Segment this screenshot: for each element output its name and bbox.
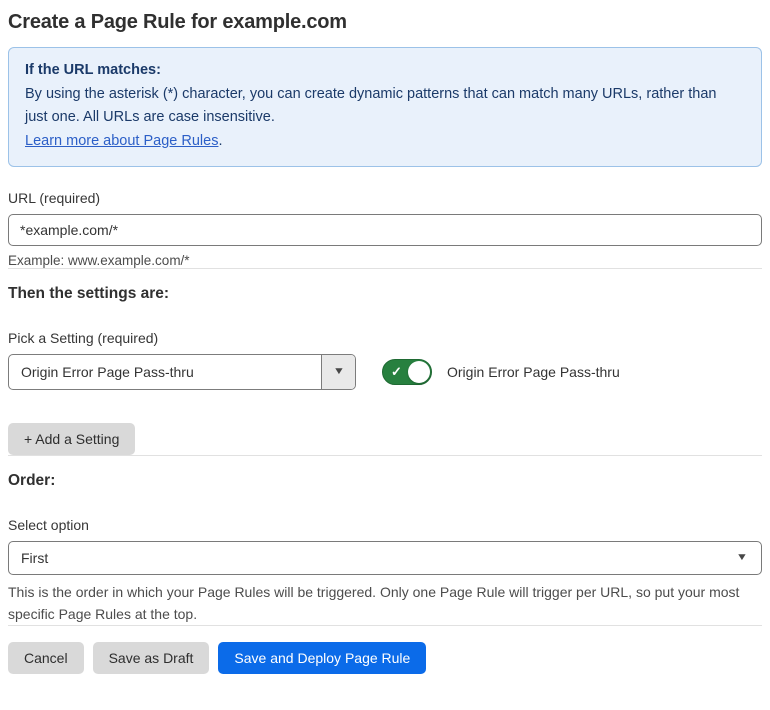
settings-section-heading: Then the settings are: (8, 284, 170, 302)
order-helper-text: This is the order in which your Page Rul… (8, 583, 740, 622)
select-option-label: Select option (8, 516, 89, 533)
create-page-rule-form: Create a Page Rule for example.com If th… (0, 0, 770, 674)
footer-actions: Cancel Save as Draft Save and Deploy Pag… (8, 641, 762, 674)
toggle-knob (408, 360, 430, 383)
url-match-info-box: If the URL matches: By using the asteris… (8, 47, 762, 167)
origin-error-pass-thru-toggle[interactable]: ✓ (382, 358, 432, 385)
url-input[interactable] (8, 213, 762, 246)
chevron-down-icon: ▼ (332, 366, 345, 378)
setting-row: Origin Error Page Pass-thru ▼ ✓ Origin E… (8, 353, 762, 390)
url-field-label: URL (required) (8, 189, 101, 206)
setting-dropdown-arrow-button[interactable]: ▼ (321, 354, 355, 389)
setting-dropdown-value: Origin Error Page Pass-thru (21, 363, 194, 380)
learn-more-link[interactable]: Learn more about Page Rules (25, 133, 218, 149)
order-section-heading: Order: (8, 471, 56, 489)
order-select-value: First (21, 549, 49, 566)
save-deploy-button[interactable]: Save and Deploy Page Rule (218, 641, 427, 674)
setting-dropdown[interactable]: Origin Error Page Pass-thru ▼ (8, 353, 356, 390)
section-divider (8, 454, 762, 456)
footer-divider (8, 624, 762, 626)
page-title: Create a Page Rule for example.com (8, 11, 347, 33)
order-select[interactable]: First ▼ (8, 540, 762, 575)
toggle-label: Origin Error Page Pass-thru (447, 363, 620, 380)
pick-setting-label: Pick a Setting (required) (8, 329, 159, 346)
add-setting-button[interactable]: + Add a Setting (8, 422, 136, 455)
chevron-down-icon: ▼ (735, 552, 749, 564)
info-link-line: Learn more about Page Rules. (25, 130, 745, 153)
cancel-button[interactable]: Cancel (8, 641, 84, 674)
link-suffix: . (218, 132, 223, 149)
info-box-heading: If the URL matches: (25, 62, 161, 78)
url-field-helper: Example: www.example.com/* (8, 252, 190, 268)
url-field-group: URL (required) Example: www.example.com/… (8, 190, 762, 268)
section-divider (8, 267, 762, 269)
save-draft-button[interactable]: Save as Draft (92, 641, 210, 674)
check-icon: ✓ (391, 363, 402, 379)
info-box-body: By using the asterisk (*) character, you… (25, 85, 717, 125)
